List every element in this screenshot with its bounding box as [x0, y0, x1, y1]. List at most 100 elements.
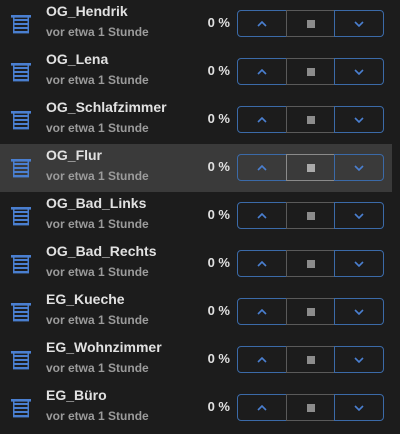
open-cover-button[interactable]: [237, 154, 287, 181]
position-value: 0 %: [207, 351, 230, 366]
close-cover-button[interactable]: [334, 394, 385, 421]
chevron-up-icon: [257, 68, 267, 75]
chevron-down-icon: [354, 68, 364, 75]
cover-name: OG_Flur: [46, 147, 103, 163]
close-cover-button[interactable]: [334, 154, 385, 181]
stop-square-icon: [306, 115, 315, 124]
last-changed-text: vor etwa 1 Stunde: [46, 409, 149, 423]
cover-row-eg-wohnzimmer[interactable]: EG_Wohnzimmer vor etwa 1 Stunde 0 %: [0, 336, 392, 384]
cover-name: EG_Wohnzimmer: [46, 339, 162, 355]
stop-cover-button[interactable]: [285, 250, 336, 277]
close-cover-button[interactable]: [334, 106, 385, 133]
position-value: 0 %: [207, 159, 230, 174]
cover-name: OG_Bad_Rechts: [46, 243, 157, 259]
stop-square-icon: [306, 19, 315, 28]
window-shutter-icon: [10, 205, 32, 227]
cover-name: OG_Bad_Links: [46, 195, 147, 211]
chevron-up-icon: [257, 260, 267, 267]
cover-controls: [237, 58, 385, 85]
cover-controls: [237, 154, 385, 181]
cover-row-og-lena[interactable]: OG_Lena vor etwa 1 Stunde 0 %: [0, 48, 392, 96]
chevron-up-icon: [257, 20, 267, 27]
window-shutter-icon: [10, 301, 32, 323]
cover-controls: [237, 106, 385, 133]
open-cover-button[interactable]: [237, 346, 287, 373]
stop-cover-button[interactable]: [285, 154, 336, 181]
last-changed-text: vor etwa 1 Stunde: [46, 169, 149, 183]
last-changed-text: vor etwa 1 Stunde: [46, 265, 149, 279]
stop-square-icon: [306, 163, 315, 172]
cover-controls: [237, 346, 385, 373]
cover-controls: [237, 250, 385, 277]
position-value: 0 %: [207, 399, 230, 414]
open-cover-button[interactable]: [237, 202, 287, 229]
chevron-up-icon: [257, 404, 267, 411]
chevron-up-icon: [257, 116, 267, 123]
window-shutter-icon: [10, 397, 32, 419]
chevron-down-icon: [354, 20, 364, 27]
window-shutter-icon: [10, 13, 32, 35]
cover-row-og-schlafzimmer[interactable]: OG_Schlafzimmer vor etwa 1 Stunde 0 %: [0, 96, 392, 144]
cover-row-og-flur[interactable]: OG_Flur vor etwa 1 Stunde 0 %: [0, 144, 392, 192]
chevron-down-icon: [354, 308, 364, 315]
cover-controls: [237, 298, 385, 325]
position-value: 0 %: [207, 63, 230, 78]
cover-row-og-bad-links[interactable]: OG_Bad_Links vor etwa 1 Stunde 0 %: [0, 192, 392, 240]
position-value: 0 %: [207, 303, 230, 318]
window-shutter-icon: [10, 157, 32, 179]
window-shutter-icon: [10, 253, 32, 275]
cover-row-og-hendrik[interactable]: OG_Hendrik vor etwa 1 Stunde 0 %: [0, 0, 392, 48]
cover-controls: [237, 202, 385, 229]
close-cover-button[interactable]: [334, 346, 385, 373]
close-cover-button[interactable]: [334, 298, 385, 325]
chevron-up-icon: [257, 356, 267, 363]
stop-cover-button[interactable]: [285, 346, 336, 373]
last-changed-text: vor etwa 1 Stunde: [46, 73, 149, 87]
close-cover-button[interactable]: [334, 250, 385, 277]
stop-cover-button[interactable]: [285, 298, 336, 325]
last-changed-text: vor etwa 1 Stunde: [46, 361, 149, 375]
open-cover-button[interactable]: [237, 58, 287, 85]
stop-cover-button[interactable]: [285, 106, 336, 133]
cover-name: OG_Hendrik: [46, 3, 128, 19]
stop-square-icon: [306, 259, 315, 268]
open-cover-button[interactable]: [237, 298, 287, 325]
position-value: 0 %: [207, 15, 230, 30]
close-cover-button[interactable]: [334, 58, 385, 85]
cover-row-eg-kueche[interactable]: EG_Kueche vor etwa 1 Stunde 0 %: [0, 288, 392, 336]
close-cover-button[interactable]: [334, 10, 385, 37]
cover-row-og-bad-rechts[interactable]: OG_Bad_Rechts vor etwa 1 Stunde 0 %: [0, 240, 392, 288]
position-value: 0 %: [207, 255, 230, 270]
cover-name: OG_Schlafzimmer: [46, 99, 167, 115]
cover-name: EG_Kueche: [46, 291, 125, 307]
chevron-up-icon: [257, 164, 267, 171]
chevron-up-icon: [257, 308, 267, 315]
last-changed-text: vor etwa 1 Stunde: [46, 313, 149, 327]
stop-square-icon: [306, 67, 315, 76]
window-shutter-icon: [10, 61, 32, 83]
cover-row-eg-buero[interactable]: EG_Büro vor etwa 1 Stunde 0 %: [0, 384, 392, 432]
chevron-down-icon: [354, 404, 364, 411]
chevron-down-icon: [354, 164, 364, 171]
cover-name: OG_Lena: [46, 51, 109, 67]
cover-entity-list: OG_Hendrik vor etwa 1 Stunde 0 % OG_Lena…: [0, 0, 400, 434]
stop-square-icon: [306, 403, 315, 412]
window-shutter-icon: [10, 109, 32, 131]
stop-square-icon: [306, 355, 315, 364]
stop-cover-button[interactable]: [285, 10, 336, 37]
stop-square-icon: [306, 307, 315, 316]
position-value: 0 %: [207, 111, 230, 126]
open-cover-button[interactable]: [237, 10, 287, 37]
stop-cover-button[interactable]: [285, 202, 336, 229]
open-cover-button[interactable]: [237, 250, 287, 277]
chevron-down-icon: [354, 212, 364, 219]
chevron-up-icon: [257, 212, 267, 219]
close-cover-button[interactable]: [334, 202, 385, 229]
open-cover-button[interactable]: [237, 106, 287, 133]
stop-cover-button[interactable]: [285, 394, 336, 421]
open-cover-button[interactable]: [237, 394, 287, 421]
chevron-down-icon: [354, 260, 364, 267]
cover-controls: [237, 394, 385, 421]
stop-cover-button[interactable]: [285, 58, 336, 85]
last-changed-text: vor etwa 1 Stunde: [46, 121, 149, 135]
